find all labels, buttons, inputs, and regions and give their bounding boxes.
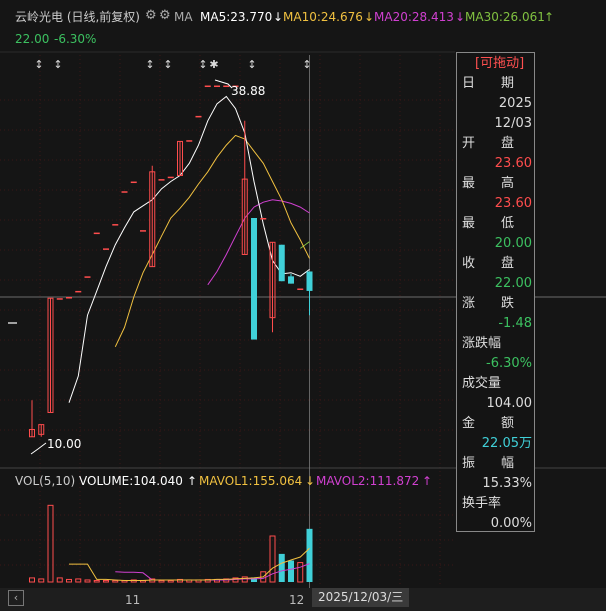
candle-body <box>75 290 82 293</box>
amplitude-label: 振 幅 <box>462 456 515 471</box>
volume-bar <box>288 560 294 582</box>
candle-body <box>140 230 146 232</box>
event-marker-icon: ↕ <box>163 58 172 71</box>
mavol2-value: MAVOL2:111.872 <box>316 474 420 488</box>
event-marker-icon: ↕ <box>53 58 62 71</box>
event-marker-icon: ↕ <box>34 58 43 71</box>
volume-bar <box>278 553 285 582</box>
volume-panel-value: 104.00 <box>486 396 533 411</box>
mavol1-value: MAVOL1:155.064 <box>199 474 303 488</box>
close-label: 收 盘 <box>462 256 515 271</box>
volume-bar <box>112 579 119 583</box>
date-label: 日 期 <box>462 76 515 91</box>
mavol2-arrow: ↓ <box>305 474 316 488</box>
candle-body <box>195 115 202 118</box>
change-value: -1.48 <box>498 316 532 331</box>
amplitude-value: 15.33% <box>482 476 532 491</box>
amount-label: 金 额 <box>462 416 515 431</box>
high-value: 23.60 <box>494 196 532 211</box>
volume-bar <box>167 579 174 583</box>
volume-label: 成交量 <box>462 376 502 391</box>
candle-body <box>251 218 257 340</box>
volume-bar <box>56 577 63 583</box>
event-marker-icon: ↕ <box>247 58 256 71</box>
candle-body <box>93 232 100 235</box>
crosshair-date-label: 2025/12/03/三 <box>312 588 410 607</box>
x-axis-label-nov: 11 <box>125 593 141 607</box>
mavol1-line <box>69 547 310 581</box>
change-pct-panel-value: -6.30% <box>486 356 532 371</box>
volume-bar <box>38 578 45 583</box>
open-label: 开 盘 <box>462 136 515 151</box>
volume-bar <box>75 578 82 583</box>
data-window-panel[interactable]: [可拖动] 日 期 2025 12/03 开 盘 23.60 最 高 23.60… <box>456 52 535 532</box>
candle-body <box>167 176 174 179</box>
scroll-left-button[interactable]: ‹ <box>8 590 24 606</box>
panel-title[interactable]: [可拖动] <box>475 56 524 72</box>
volume-bar <box>103 579 109 583</box>
event-marker-icon: ↕ <box>302 58 311 71</box>
date-year: 2025 <box>498 96 532 111</box>
turnover-value: 0.00% <box>490 516 532 531</box>
low-value: 20.00 <box>494 236 532 251</box>
volume-bar <box>306 528 313 582</box>
event-marker-icon: ↕ <box>198 58 207 71</box>
volume-bar <box>47 504 54 583</box>
low-price-label: 10.00 <box>47 437 82 451</box>
candle-body <box>112 224 119 226</box>
high-label: 最 高 <box>462 176 515 191</box>
candle-body <box>66 297 72 299</box>
candle-body <box>158 179 165 181</box>
candle-body <box>214 85 220 88</box>
candle-body <box>186 140 193 142</box>
change-label: 涨 跌 <box>462 296 515 311</box>
low-pointer <box>30 442 47 455</box>
mavol2-up-arrow: ↑ <box>422 474 433 488</box>
low-label: 最 低 <box>462 216 515 231</box>
candle-body <box>84 276 91 278</box>
candle-body <box>223 85 230 88</box>
volume-bar <box>29 577 35 583</box>
event-marker-icon: ↕ <box>145 58 154 71</box>
candle-body <box>103 248 109 250</box>
candle-body <box>56 298 63 300</box>
change-pct-label: 涨跌幅 <box>462 336 502 351</box>
candle-body <box>306 271 313 291</box>
amount-value: 22.05万 <box>481 436 532 451</box>
x-axis-label-dec: 12 <box>289 593 305 607</box>
candle-body <box>297 288 304 290</box>
volume-bar <box>84 579 91 583</box>
high-price-label: 38.88 <box>231 84 266 98</box>
date-md: 12/03 <box>494 116 532 131</box>
mavol1-arrow: ↑ <box>187 474 198 488</box>
ma20-line <box>207 199 310 286</box>
candle-body <box>260 218 267 220</box>
volume-bar <box>158 579 165 583</box>
open-value: 23.60 <box>494 156 532 171</box>
candle-body <box>130 181 137 184</box>
turnover-label: 换手率 <box>462 496 502 511</box>
candle-body <box>288 276 294 284</box>
close-price-value: 22.00 <box>494 276 532 291</box>
candle-body <box>278 244 285 282</box>
volume-bar <box>93 579 100 583</box>
star-marker-icon: ✱ <box>209 58 218 71</box>
candle-body <box>204 85 211 88</box>
volume-value: VOLUME:104.040 <box>79 474 183 488</box>
candle-body <box>121 191 128 193</box>
volume-indicator-title: VOL(5,10) <box>15 474 76 488</box>
volume-bar <box>66 578 72 583</box>
